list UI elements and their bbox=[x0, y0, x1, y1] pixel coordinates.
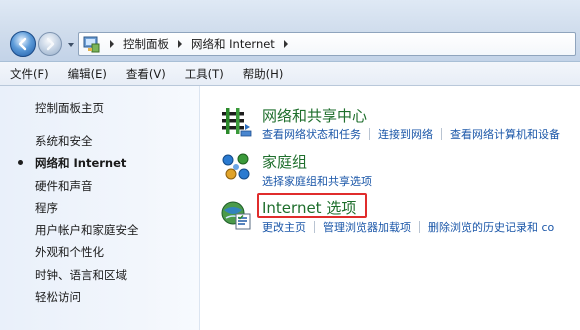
sidebar-item-label: 程序 bbox=[35, 200, 58, 215]
network-sharing-icon bbox=[222, 108, 252, 137]
arrow-right-icon bbox=[46, 37, 55, 51]
sidebar-item-label: 时钟、语言和区域 bbox=[35, 267, 127, 282]
menu-edit[interactable]: 编辑(E) bbox=[68, 66, 107, 82]
address-bar-area: 控制面板 网络和 Internet bbox=[0, 0, 580, 62]
link-separator bbox=[441, 128, 442, 140]
menu-file[interactable]: 文件(F) bbox=[10, 66, 49, 82]
category-title[interactable]: 网络和共享中心 bbox=[262, 105, 367, 126]
sidebar-home-link[interactable]: 控制面板主页 bbox=[35, 100, 104, 116]
breadcrumb-arrow-icon[interactable] bbox=[174, 38, 186, 50]
back-button[interactable] bbox=[10, 31, 36, 57]
sidebar-item-system-security[interactable]: 系统和安全 bbox=[35, 133, 139, 155]
breadcrumb-network-internet[interactable]: 网络和 Internet bbox=[191, 36, 275, 52]
sidebar-item-ease-of-access[interactable]: 轻松访问 bbox=[35, 289, 139, 311]
sidebar-item-label: 系统和安全 bbox=[35, 134, 93, 148]
breadcrumb-arrow-icon[interactable] bbox=[106, 38, 118, 50]
address-box[interactable]: 控制面板 网络和 Internet bbox=[78, 32, 576, 56]
sidebar-item-appearance[interactable]: 外观和个性化 bbox=[35, 244, 139, 266]
arrow-left-icon bbox=[18, 37, 27, 51]
forward-button[interactable] bbox=[38, 32, 62, 56]
menu-tools[interactable]: 工具(T) bbox=[185, 66, 224, 82]
link-change-homepage[interactable]: 更改主页 bbox=[262, 219, 306, 235]
control-panel-icon bbox=[83, 36, 100, 53]
category-links: 查看网络状态和任务 连接到网络 查看网络计算机和设备 bbox=[262, 126, 560, 142]
sidebar: 控制面板主页 系统和安全 网络和 Internet 硬件和声音 程序 用户帐户和… bbox=[0, 86, 200, 330]
category-links: 选择家庭组和共享选项 bbox=[262, 173, 372, 189]
sidebar-item-clock-region[interactable]: 时钟、语言和区域 bbox=[35, 267, 139, 289]
category-title[interactable]: 家庭组 bbox=[262, 151, 307, 172]
sidebar-item-label: 外观和个性化 bbox=[35, 245, 104, 260]
sidebar-item-user-accounts[interactable]: 用户帐户和家庭安全 bbox=[35, 222, 139, 244]
link-manage-addons[interactable]: 管理浏览器加载项 bbox=[323, 219, 411, 235]
highlight-box bbox=[257, 193, 367, 218]
menu-help[interactable]: 帮助(H) bbox=[243, 66, 284, 82]
sidebar-item-label: 网络和 Internet bbox=[35, 156, 127, 171]
sidebar-item-label: 轻松访问 bbox=[35, 290, 81, 305]
link-separator bbox=[419, 221, 420, 233]
recent-pages-chevron-icon[interactable] bbox=[66, 40, 76, 50]
internet-options-icon bbox=[221, 201, 251, 230]
active-bullet-icon bbox=[18, 160, 23, 166]
menu-bar: 文件(F) 编辑(E) 查看(V) 工具(T) 帮助(H) bbox=[0, 62, 580, 86]
sidebar-item-network-internet[interactable]: 网络和 Internet bbox=[18, 155, 139, 177]
sidebar-item-programs[interactable]: 程序 bbox=[35, 200, 139, 222]
homegroup-icon bbox=[222, 153, 250, 180]
menu-view[interactable]: 查看(V) bbox=[126, 66, 166, 82]
link-homegroup-options[interactable]: 选择家庭组和共享选项 bbox=[262, 173, 372, 189]
link-separator bbox=[314, 221, 315, 233]
sidebar-item-label: 硬件和声音 bbox=[35, 178, 93, 193]
breadcrumb-arrow-icon[interactable] bbox=[280, 38, 292, 50]
category-links: 更改主页 管理浏览器加载项 删除浏览的历史记录和 co bbox=[262, 219, 554, 235]
link-view-network-computers[interactable]: 查看网络计算机和设备 bbox=[450, 126, 560, 142]
link-separator bbox=[369, 128, 370, 140]
link-view-network-status[interactable]: 查看网络状态和任务 bbox=[262, 126, 361, 142]
sidebar-item-label: 用户帐户和家庭安全 bbox=[35, 223, 139, 238]
link-delete-history[interactable]: 删除浏览的历史记录和 co bbox=[428, 219, 554, 235]
breadcrumb-control-panel[interactable]: 控制面板 bbox=[123, 36, 169, 52]
sidebar-list: 系统和安全 网络和 Internet 硬件和声音 程序 用户帐户和家庭安全 外观… bbox=[18, 133, 139, 311]
sidebar-item-hardware-sound[interactable]: 硬件和声音 bbox=[35, 178, 139, 200]
link-connect-network[interactable]: 连接到网络 bbox=[378, 126, 433, 142]
